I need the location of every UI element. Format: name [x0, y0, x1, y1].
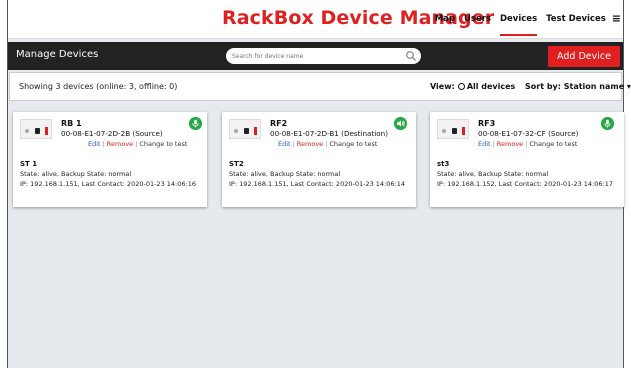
station-name: ST2	[229, 160, 244, 168]
search-input[interactable]	[232, 48, 402, 64]
menu-icon[interactable]: ≡	[612, 12, 621, 36]
change-to-test-link[interactable]: Change to test	[329, 140, 377, 148]
sort-dropdown[interactable]: Sort by: Station name ▾	[525, 82, 631, 91]
edit-link[interactable]: Edit	[88, 140, 101, 148]
remove-link[interactable]: Remove	[107, 140, 133, 148]
top-header: RackBox Device Manager Map Users Devices…	[8, 0, 623, 39]
device-thumbnail	[229, 119, 261, 139]
device-thumbnail	[20, 119, 52, 139]
edit-link[interactable]: Edit	[278, 140, 291, 148]
station-name: ST 1	[20, 160, 38, 168]
device-card[interactable]: RB 1 00-08-E1-07-2D-2B (Source) Edit | Rem…	[13, 112, 207, 207]
device-state: State: alive, Backup State: normal	[229, 170, 341, 178]
add-device-button[interactable]: Add Device	[548, 46, 620, 67]
remove-link[interactable]: Remove	[297, 140, 323, 148]
device-card[interactable]: RF2 00-08-E1-07-2D-B1 (Destination) Edit…	[222, 112, 416, 207]
nav-devices[interactable]: Devices	[499, 14, 538, 36]
radio-icon[interactable]	[457, 83, 465, 90]
sort-label: Sort by: Station name	[525, 82, 625, 91]
search-box	[226, 48, 421, 64]
app-frame: RackBox Device Manager Map Users Devices…	[7, 0, 631, 368]
device-state: State: alive, Backup State: normal	[437, 170, 549, 178]
device-mac: 00-08-E1-07-2D-2B (Source)	[61, 129, 163, 138]
nav-users[interactable]: Users	[464, 14, 491, 36]
device-name: RB 1	[61, 119, 82, 128]
nav-test-devices[interactable]: Test Devices	[546, 14, 606, 36]
remove-link[interactable]: Remove	[497, 140, 523, 148]
view-label: View:	[430, 82, 455, 91]
change-to-test-link[interactable]: Change to test	[529, 140, 577, 148]
view-filter[interactable]: View: All devices	[430, 82, 515, 91]
nav-map[interactable]: Map	[435, 14, 455, 36]
speaker-icon	[394, 117, 407, 130]
page-title: Manage Devices	[16, 49, 99, 60]
microphone-icon	[189, 117, 202, 130]
device-mac: 00-08-E1-07-2D-B1 (Destination)	[270, 129, 389, 138]
device-ip: IP: 192.168.1.152, Last Contact: 2020-01…	[437, 180, 613, 188]
device-name: RF2	[270, 119, 288, 128]
view-value: All devices	[466, 82, 516, 91]
search-icon[interactable]	[405, 50, 417, 62]
device-ip: IP: 192.168.1.151, Last Contact: 2020-01…	[20, 180, 196, 188]
caret-down-icon: ▾	[626, 82, 631, 91]
device-actions: Edit | Remove | Change to test	[278, 140, 378, 148]
device-mac: 00-08-E1-07-32-CF (Source)	[478, 129, 579, 138]
station-name: st3	[437, 160, 450, 168]
device-actions: Edit | Remove | Change to test	[478, 140, 578, 148]
main-nav: Map Users Devices Test Devices ≡	[426, 12, 621, 36]
microphone-icon	[601, 117, 614, 130]
manage-toolbar: Manage Devices Add Device	[8, 42, 623, 70]
device-actions: Edit | Remove | Change to test	[88, 140, 188, 148]
change-to-test-link[interactable]: Change to test	[139, 140, 187, 148]
status-bar: Showing 3 devices (online: 3, offline: 0…	[9, 72, 631, 101]
edit-link[interactable]: Edit	[478, 140, 491, 148]
device-count-text: Showing 3 devices (online: 3, offline: 0…	[19, 82, 178, 91]
device-thumbnail	[437, 119, 469, 139]
device-ip: IP: 192.168.1.151, Last Contact: 2020-01…	[229, 180, 405, 188]
device-name: RF3	[478, 119, 496, 128]
device-card[interactable]: RF3 00-08-E1-07-32-CF (Source) Edit | Remo…	[430, 112, 624, 207]
device-state: State: alive, Backup State: normal	[20, 170, 132, 178]
